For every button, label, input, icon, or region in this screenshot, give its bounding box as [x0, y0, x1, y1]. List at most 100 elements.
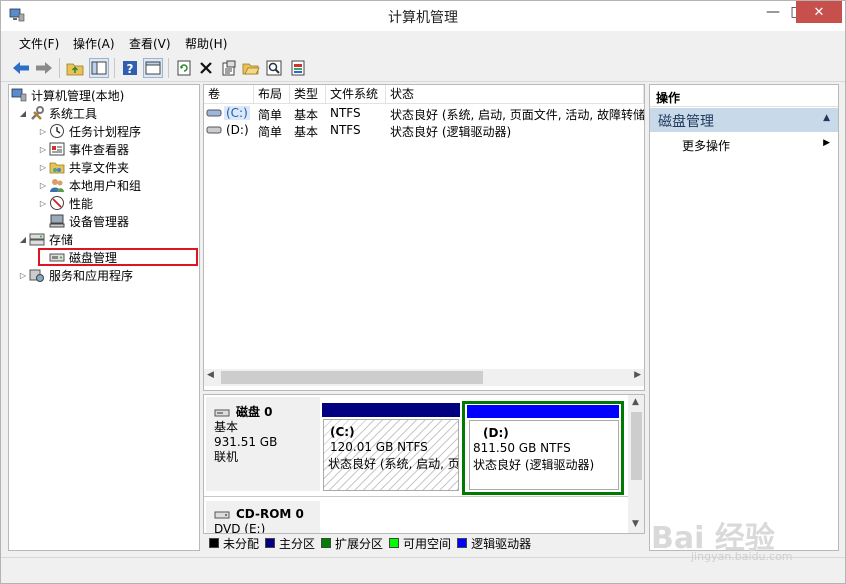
col-header-layout[interactable]: 布局 — [254, 85, 290, 104]
search-icon[interactable] — [264, 58, 284, 78]
partition-label: (C:) — [330, 425, 355, 439]
partition-label: (D:) — [483, 426, 509, 440]
disk-state: 联机 — [214, 450, 239, 464]
storage-icon — [29, 231, 45, 247]
device-manager-icon — [49, 213, 65, 229]
refresh-icon[interactable] — [174, 58, 194, 78]
tree-label: 存储 — [49, 232, 74, 247]
collapsed-arrow-icon[interactable]: ▷ — [37, 181, 49, 190]
collapse-up-icon[interactable]: ▲ — [823, 113, 830, 123]
table-row[interactable]: (D:) 简单 基本 NTFS 状态良好 (逻辑驱动器) — [204, 122, 644, 139]
disk-row-cdrom[interactable]: CD-ROM 0 DVD (E:) — [204, 499, 628, 533]
volume-status: 状态良好 (逻辑驱动器) — [390, 125, 512, 139]
show-hide-tree-icon[interactable] — [89, 58, 109, 78]
back-arrow-icon[interactable] — [11, 58, 31, 78]
collapsed-arrow-icon[interactable]: ▷ — [37, 145, 49, 154]
tree-label: 共享文件夹 — [69, 160, 130, 175]
tree-item-device-manager[interactable]: 设备管理器 — [49, 212, 129, 230]
delete-icon[interactable] — [196, 58, 216, 78]
properties-icon[interactable] — [219, 58, 239, 78]
tree-item-local-users-groups[interactable]: ▷ 本地用户和组 — [37, 176, 141, 194]
primary-partition-bar — [322, 403, 460, 417]
show-hide-action-icon[interactable] — [143, 58, 163, 78]
tree-item-services-applications[interactable]: ▷ 服务和应用程序 — [17, 266, 133, 284]
drive-icon — [206, 126, 222, 134]
services-icon — [29, 267, 45, 283]
tree-item-task-scheduler[interactable]: ▷ 任务计划程序 — [37, 122, 141, 140]
scroll-right-icon[interactable]: ▶ — [634, 370, 641, 380]
disk-row-0[interactable]: 磁盘 0 基本 931.51 GB 联机 (C:) 120.01 GB NTFS… — [204, 395, 628, 495]
disk-info[interactable]: 磁盘 0 基本 931.51 GB 联机 — [206, 397, 320, 491]
menu-help[interactable]: 帮助(H) — [185, 35, 227, 52]
collapsed-arrow-icon[interactable]: ▷ — [37, 163, 49, 172]
tree-item-computer-management-local[interactable]: 计算机管理(本地) — [11, 86, 124, 104]
tree-item-shared-folders[interactable]: ▷ 共享文件夹 — [37, 158, 129, 176]
partition-d[interactable]: (D:) 811.50 GB NTFS 状态良好 (逻辑驱动器) — [462, 401, 624, 495]
legend-primary: 主分区 — [265, 535, 315, 552]
scroll-left-icon[interactable]: ◀ — [207, 370, 214, 380]
users-icon — [49, 177, 65, 193]
action-more-actions[interactable]: 更多操作 — [682, 137, 730, 154]
selection-highlight-box — [38, 248, 198, 266]
export-icon[interactable] — [288, 58, 308, 78]
help-icon[interactable]: ? — [120, 58, 140, 78]
close-button[interactable]: ✕ — [796, 1, 842, 23]
partition-size: 120.01 GB NTFS — [330, 440, 428, 454]
scroll-up-icon[interactable]: ▲ — [632, 397, 639, 407]
clock-icon — [49, 123, 65, 139]
expanded-arrow-icon[interactable]: ◢ — [17, 109, 29, 118]
legend-logical-drive: 逻辑驱动器 — [457, 535, 531, 552]
toolbar: ? — [1, 54, 845, 82]
volume-name: (D:) — [226, 123, 249, 137]
scroll-thumb[interactable] — [221, 371, 483, 384]
horizontal-scrollbar[interactable]: ◀ ▶ — [204, 369, 644, 386]
partition-status: 状态良好 (系统, 启动, 页 — [328, 457, 458, 471]
event-viewer-icon — [49, 141, 65, 157]
tree-item-system-tools[interactable]: ◢ 系统工具 — [17, 104, 97, 122]
submenu-arrow-icon: ▶ — [823, 138, 830, 148]
partition-c[interactable]: (C:) 120.01 GB NTFS 状态良好 (系统, 启动, 页 — [322, 403, 460, 491]
open-folder-icon[interactable] — [241, 58, 261, 78]
scroll-thumb[interactable] — [631, 412, 642, 480]
disk-name: 磁盘 0 — [236, 405, 273, 419]
legend-free-space: 可用空间 — [389, 535, 451, 552]
cd-drive-icon — [214, 511, 230, 518]
col-header-status[interactable]: 状态 — [386, 85, 644, 104]
volume-list: 卷 布局 类型 文件系统 状态 (C:) 简单 基本 NTFS 状态良好 (系统… — [203, 84, 645, 391]
volume-layout: 简单 — [258, 125, 283, 139]
menu-view[interactable]: 查看(V) — [129, 35, 171, 52]
tree-item-event-viewer[interactable]: ▷ 事件查看器 — [37, 140, 129, 158]
scroll-down-icon[interactable]: ▼ — [632, 519, 639, 529]
collapsed-arrow-icon[interactable]: ▷ — [37, 199, 49, 208]
volume-name: (C:) — [224, 106, 250, 120]
computer-management-icon — [11, 87, 27, 103]
collapsed-arrow-icon[interactable]: ▷ — [37, 127, 49, 136]
computer-management-window: 计算机管理 — □ ✕ 文件(F) 操作(A) 查看(V) 帮助(H) ? — [0, 0, 846, 584]
tree-label: 计算机管理(本地) — [31, 88, 125, 103]
navigation-tree: 计算机管理(本地) ◢ 系统工具 ▷ 任务计划程序 ▷ 事件查看器 ▷ 共享文件… — [8, 84, 200, 551]
up-folder-icon[interactable] — [65, 58, 85, 78]
shared-folder-icon — [49, 159, 65, 175]
col-header-filesystem[interactable]: 文件系统 — [326, 85, 386, 104]
legend-extended: 扩展分区 — [321, 535, 383, 552]
menu-action[interactable]: 操作(A) — [73, 35, 115, 52]
vertical-scrollbar[interactable]: ▲ ▼ — [628, 395, 644, 533]
svg-text:?: ? — [127, 62, 134, 76]
partition-legend: 未分配 主分区 扩展分区 可用空间 逻辑驱动器 — [203, 534, 645, 552]
col-header-type[interactable]: 类型 — [290, 85, 326, 104]
title-bar: 计算机管理 — □ ✕ — [1, 1, 845, 31]
cdrom-info[interactable]: CD-ROM 0 DVD (E:) — [206, 501, 320, 533]
table-row[interactable]: (C:) 简单 基本 NTFS 状态良好 (系统, 启动, 页面文件, 活动, … — [204, 105, 644, 122]
partition-status: 状态良好 (逻辑驱动器) — [473, 458, 595, 472]
tree-label: 本地用户和组 — [69, 178, 142, 193]
menu-file[interactable]: 文件(F) — [19, 35, 59, 52]
collapsed-arrow-icon[interactable]: ▷ — [17, 271, 29, 280]
expanded-arrow-icon[interactable]: ◢ — [17, 235, 29, 244]
tree-item-storage[interactable]: ◢ 存储 — [17, 230, 73, 248]
forward-arrow-icon[interactable] — [34, 58, 54, 78]
actions-section-disk-management[interactable]: 磁盘管理 ▲ — [650, 108, 838, 132]
volume-layout: 简单 — [258, 108, 283, 122]
col-header-volume[interactable]: 卷 — [204, 85, 254, 104]
tree-item-performance[interactable]: ▷ 性能 — [37, 194, 93, 212]
volume-status: 状态良好 (系统, 启动, 页面文件, 活动, 故障转储, — [390, 108, 644, 122]
